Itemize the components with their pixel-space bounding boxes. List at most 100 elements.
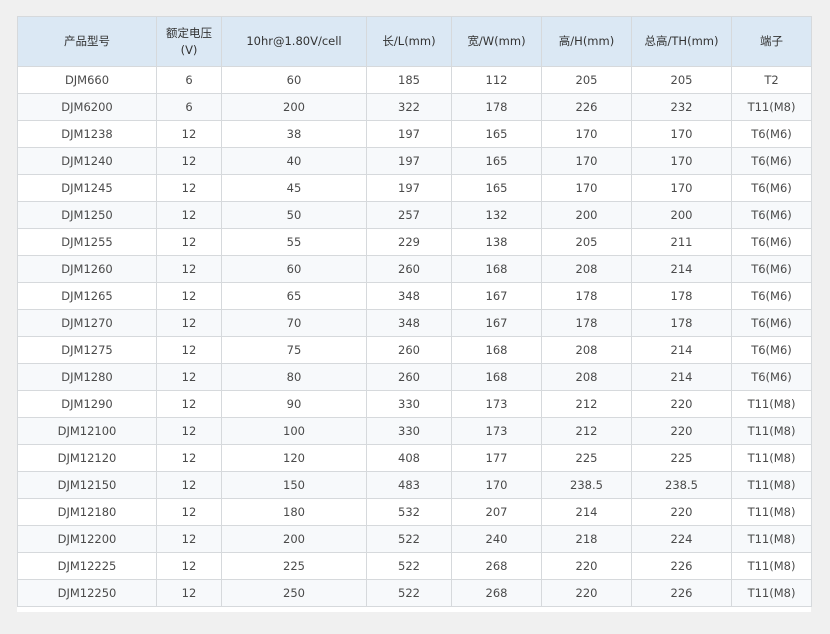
cell-model: DJM12100 xyxy=(17,417,157,445)
cell-voltage: 12 xyxy=(156,336,222,364)
cell-length: 229 xyxy=(366,228,452,256)
header-terminal: 端子 xyxy=(731,16,812,67)
table-body: DJM660 6 60 185 112 205 205 T2 DJM6200 6 200 322 178… xyxy=(17,66,812,607)
table-row: DJM660 6 60 185 112 205 205 T2 xyxy=(17,66,812,94)
cell-width: 207 xyxy=(451,498,542,526)
cell-total-height: 238.5 xyxy=(631,471,732,499)
cell-voltage: 12 xyxy=(156,174,222,202)
header-height: 高/H(mm) xyxy=(541,16,632,67)
header-row: 产品型号 额定电压(V) 10hr@1.80V/cell 长/L(mm) 宽/W… xyxy=(17,16,812,67)
cell-terminal: T6(M6) xyxy=(731,147,812,175)
table-row: DJM1275 12 75 260 168 208 214 T6(M6) xyxy=(17,336,812,364)
cell-capacity: 45 xyxy=(221,174,367,202)
cell-length: 532 xyxy=(366,498,452,526)
cell-terminal: T11(M8) xyxy=(731,390,812,418)
table-row: DJM12100 12 100 330 173 212 220 T11(M8) xyxy=(17,417,812,445)
cell-height: 208 xyxy=(541,336,632,364)
cell-length: 408 xyxy=(366,444,452,472)
cell-terminal: T11(M8) xyxy=(731,525,812,553)
cell-capacity: 60 xyxy=(221,255,367,283)
cell-width: 132 xyxy=(451,201,542,229)
cell-width: 167 xyxy=(451,282,542,310)
cell-height: 200 xyxy=(541,201,632,229)
cell-length: 330 xyxy=(366,390,452,418)
cell-terminal: T6(M6) xyxy=(731,309,812,337)
cell-width: 112 xyxy=(451,66,542,94)
cell-height: 170 xyxy=(541,174,632,202)
cell-width: 170 xyxy=(451,471,542,499)
cell-capacity: 200 xyxy=(221,525,367,553)
cell-height: 178 xyxy=(541,282,632,310)
cell-total-height: 205 xyxy=(631,66,732,94)
cell-length: 260 xyxy=(366,336,452,364)
cell-total-height: 220 xyxy=(631,417,732,445)
cell-height: 226 xyxy=(541,93,632,121)
cell-model: DJM6200 xyxy=(17,93,157,121)
cell-width: 138 xyxy=(451,228,542,256)
cell-length: 260 xyxy=(366,363,452,391)
cell-model: DJM12250 xyxy=(17,579,157,607)
cell-capacity: 75 xyxy=(221,336,367,364)
cell-model: DJM1250 xyxy=(17,201,157,229)
cell-capacity: 38 xyxy=(221,120,367,148)
cell-total-height: 211 xyxy=(631,228,732,256)
table-row: DJM1260 12 60 260 168 208 214 T6(M6) xyxy=(17,255,812,283)
cell-model: DJM1280 xyxy=(17,363,157,391)
cell-total-height: 214 xyxy=(631,336,732,364)
cell-voltage: 12 xyxy=(156,120,222,148)
battery-spec-table: 产品型号 额定电压(V) 10hr@1.80V/cell 长/L(mm) 宽/W… xyxy=(17,16,812,607)
cell-height: 218 xyxy=(541,525,632,553)
cell-terminal: T11(M8) xyxy=(731,579,812,607)
cell-length: 522 xyxy=(366,552,452,580)
cell-total-height: 170 xyxy=(631,147,732,175)
cell-width: 168 xyxy=(451,336,542,364)
cell-width: 177 xyxy=(451,444,542,472)
cell-width: 167 xyxy=(451,309,542,337)
spec-table-container: 产品型号 额定电压(V) 10hr@1.80V/cell 长/L(mm) 宽/W… xyxy=(17,16,812,612)
cell-length: 197 xyxy=(366,174,452,202)
cell-terminal: T6(M6) xyxy=(731,174,812,202)
cell-terminal: T11(M8) xyxy=(731,417,812,445)
cell-height: 212 xyxy=(541,390,632,418)
cell-capacity: 90 xyxy=(221,390,367,418)
cell-length: 197 xyxy=(366,120,452,148)
cell-voltage: 12 xyxy=(156,444,222,472)
cell-width: 165 xyxy=(451,174,542,202)
cell-terminal: T11(M8) xyxy=(731,498,812,526)
cell-total-height: 214 xyxy=(631,255,732,283)
cell-capacity: 50 xyxy=(221,201,367,229)
cell-voltage: 12 xyxy=(156,201,222,229)
cell-height: 208 xyxy=(541,255,632,283)
cell-length: 522 xyxy=(366,579,452,607)
cell-total-height: 170 xyxy=(631,174,732,202)
cell-height: 238.5 xyxy=(541,471,632,499)
cell-voltage: 12 xyxy=(156,282,222,310)
table-row: DJM1265 12 65 348 167 178 178 T6(M6) xyxy=(17,282,812,310)
cell-voltage: 12 xyxy=(156,471,222,499)
header-capacity: 10hr@1.80V/cell xyxy=(221,16,367,67)
cell-voltage: 12 xyxy=(156,363,222,391)
table-row: DJM12180 12 180 532 207 214 220 T11(M8) xyxy=(17,498,812,526)
cell-width: 168 xyxy=(451,363,542,391)
cell-voltage: 12 xyxy=(156,579,222,607)
cell-terminal: T6(M6) xyxy=(731,120,812,148)
table-row: DJM1238 12 38 197 165 170 170 T6(M6) xyxy=(17,120,812,148)
cell-model: DJM1260 xyxy=(17,255,157,283)
cell-capacity: 180 xyxy=(221,498,367,526)
table-row: DJM12150 12 150 483 170 238.5 238.5 T11(M8) xyxy=(17,471,812,499)
table-row: DJM12225 12 225 522 268 220 226 T11(M8) xyxy=(17,552,812,580)
header-model: 产品型号 xyxy=(17,16,157,67)
cell-height: 205 xyxy=(541,66,632,94)
cell-capacity: 150 xyxy=(221,471,367,499)
cell-voltage: 12 xyxy=(156,525,222,553)
cell-terminal: T6(M6) xyxy=(731,201,812,229)
cell-voltage: 12 xyxy=(156,552,222,580)
header-total-height: 总高/TH(mm) xyxy=(631,16,732,67)
cell-height: 208 xyxy=(541,363,632,391)
cell-width: 168 xyxy=(451,255,542,283)
cell-total-height: 232 xyxy=(631,93,732,121)
cell-voltage: 12 xyxy=(156,255,222,283)
cell-voltage: 12 xyxy=(156,390,222,418)
table-row: DJM1290 12 90 330 173 212 220 T11(M8) xyxy=(17,390,812,418)
cell-height: 170 xyxy=(541,147,632,175)
